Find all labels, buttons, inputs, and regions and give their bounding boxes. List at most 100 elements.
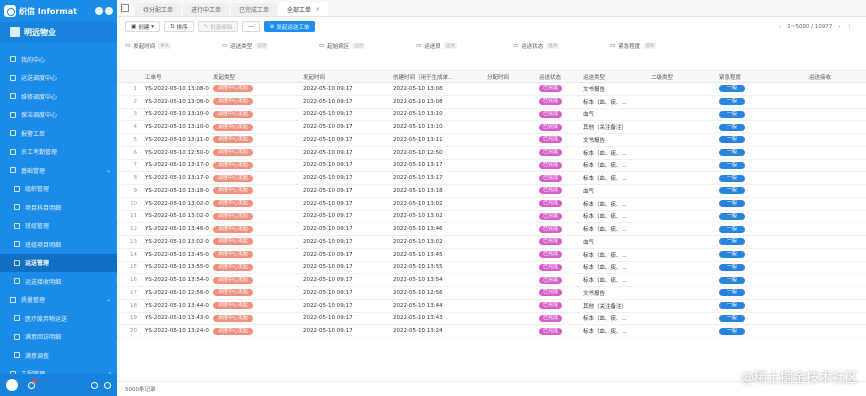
- batch-edit-button[interactable]: ✎ 批量编辑: [197, 21, 239, 32]
- table-row[interactable]: 10 YS-2022-05-10 13:02-0060 调度中心发起 2022-05-…: [117, 198, 866, 211]
- launch-transport-button[interactable]: ⊕ 发起运送工单: [263, 21, 316, 32]
- chat-icon[interactable]: [91, 381, 98, 389]
- prev-page-icon[interactable]: ‹: [779, 24, 781, 30]
- create-button[interactable]: ▣ 创建 ▾: [125, 21, 160, 32]
- settings-icon[interactable]: [104, 381, 111, 389]
- table-row[interactable]: 11 YS-2022-05-10 13:02-0059 调度中心发起 2022-05-…: [117, 211, 866, 224]
- filter-bar: ▭ 发起时间 单天 ▭ 运送类型 选项 ▭ 起始病区 选项 ▭ 运送员 选项 ▭ 运送状态 选项 ▭ 紧急程度选…: [117, 36, 866, 71]
- tab-3[interactable]: 全部工单 ×: [279, 3, 329, 16]
- menu-item-icon: [10, 296, 16, 303]
- sidebar-item[interactable]: 维修调度中心: [0, 87, 117, 106]
- sidebar-item[interactable]: 组织管理: [0, 180, 117, 199]
- table-row[interactable]: 2 YS-2022-05-10 13:08-0080 调度中心发起 2022-05-1…: [117, 96, 866, 109]
- sidebar-item[interactable]: 员工考勤管理: [0, 143, 117, 162]
- column-header[interactable]: 发起时间: [299, 73, 389, 81]
- cell-row-index: 18: [130, 302, 137, 309]
- sort-button[interactable]: ⇅ 排序: [163, 21, 194, 32]
- cell-transport-type: 标本（血、痰、...: [579, 263, 647, 271]
- filter-field[interactable]: ▭ 起始病区 选项: [319, 40, 409, 51]
- cell-ticket-id: YS-2022-05-10 13:17-0086: [145, 175, 209, 182]
- collapse-button[interactable]: —: [242, 21, 260, 32]
- data-table: 工单号 发起类型 发起时间 创建时间（用于生成单... 分配时间 运送状态 运送类型 二级类型…: [117, 71, 866, 381]
- tab-1[interactable]: 进行中工单: [183, 3, 230, 16]
- column-header[interactable]: 分配时间: [483, 73, 535, 81]
- table-row[interactable]: 5 YS-2022-05-10 13:11-0084 调度中心发起 2022-05-1…: [117, 134, 866, 147]
- cell-urgency: 一般: [715, 110, 805, 118]
- table-row[interactable]: 4 YS-2022-05-10 13:10-0082 调度中心发起 2022-05-1…: [117, 121, 866, 134]
- cell-initiated-time: 2022-05-10 09:17: [303, 328, 353, 335]
- filter-field[interactable]: ▭ 紧急程度 选项: [610, 40, 700, 51]
- toolbar: ▣ 创建 ▾ ⇅ 排序 ✎ 批量编辑 — ⊕ 发起运送工单 ‹ 1~5000 /…: [117, 17, 866, 36]
- column-header[interactable]: 发起类型: [209, 73, 299, 81]
- tab-0[interactable]: 待分配工单: [135, 3, 182, 16]
- table-row[interactable]: 15 YS-2022-05-10 13:55-0151 调度中心发起 2022-05-…: [117, 262, 866, 275]
- add-icon[interactable]: [105, 7, 113, 15]
- table-row[interactable]: 16 YS-2022-05-10 13:54-0147 调度中心发起 2022-05-…: [117, 274, 866, 287]
- table-row[interactable]: 13 YS-2022-05-10 13:02-0058 调度中心发起 2022-05-…: [117, 236, 866, 249]
- table-row[interactable]: 18 YS-2022-05-10 13:44-0127 调度中心发起 2022-05-…: [117, 300, 866, 313]
- next-page-icon[interactable]: ›: [838, 24, 840, 30]
- status-badge: 已完成: [539, 276, 563, 284]
- menu-item-icon: [14, 315, 20, 322]
- cell-ticket-id: YS-2022-05-10 13:02-0060: [145, 200, 209, 207]
- filter-field[interactable]: ▭ 发起时间 单天: [125, 40, 215, 51]
- filter-field[interactable]: ▭ 运送状态 选项: [513, 40, 603, 51]
- home-icon[interactable]: [121, 4, 129, 12]
- cell-row-index: 19: [130, 315, 137, 322]
- help-icon[interactable]: [95, 7, 103, 15]
- sidebar-item[interactable]: 满意回访明细: [0, 328, 117, 347]
- table-row[interactable]: 6 YS-2022-05-10 12:50-0045 调度中心发起 2022-05-1…: [117, 147, 866, 160]
- sidebar-item[interactable]: 报警工单: [0, 124, 117, 143]
- table-row[interactable]: 9 YS-2022-05-10 13:18-0088 调度中心发起 2022-05-1…: [117, 185, 866, 198]
- table-row[interactable]: 14 YS-2022-05-10 13:45-0128 调度中心发起 2022-05-…: [117, 249, 866, 262]
- tab-2[interactable]: 已完成工单: [231, 3, 278, 16]
- table-row[interactable]: 7 YS-2022-05-10 13:17-0087 调度中心发起 2022-05-1…: [117, 160, 866, 173]
- table-row[interactable]: 1 YS-2022-05-10 13:08-0076 调度中心发起 2022-05-1…: [117, 83, 866, 96]
- filter-field[interactable]: ▭ 运送类型 选项: [222, 40, 312, 51]
- org-icon: [10, 27, 20, 37]
- sidebar-item[interactable]: 运送接收明细: [0, 272, 117, 291]
- table-row[interactable]: 19 YS-2022-05-10 13:43-0126 调度中心发起 2022-05-…: [117, 313, 866, 326]
- column-header[interactable]: 紧急程度: [715, 73, 805, 81]
- sidebar-item-label: 基础管理: [21, 167, 46, 175]
- sidebar-item[interactable]: 满意调查: [0, 346, 117, 365]
- close-icon[interactable]: ×: [315, 6, 320, 13]
- sidebar-item[interactable]: 质量管理 ⌄: [0, 291, 117, 310]
- sidebar-item[interactable]: 基础管理 ⌄: [0, 161, 117, 180]
- sidebar-item[interactable]: 我的中心: [0, 50, 117, 69]
- table-row[interactable]: 20 YS-2022-05-10 13:24-0105 调度中心发起 2022-05-…: [117, 325, 866, 338]
- cell-initiator-type: 调度中心发起: [209, 263, 299, 271]
- org-switcher[interactable]: 明远物业: [0, 22, 117, 42]
- cell-initiated-time: 2022-05-10 09:17: [303, 149, 353, 156]
- cell-ticket-id: YS-2022-05-10 13:17-0087: [145, 162, 209, 169]
- initiator-pill: 调度中心发起: [213, 85, 254, 93]
- sidebar-item[interactable]: 保洁调度中心: [0, 106, 117, 125]
- sidebar-item[interactable]: 班组项目明细: [0, 235, 117, 254]
- cell-initiator-type: 调度中心发起: [209, 289, 299, 297]
- column-header[interactable]: 二级类型: [647, 73, 715, 81]
- more-icon[interactable]: ⋮: [847, 24, 853, 30]
- table-row[interactable]: 3 YS-2022-05-10 13:10-0081 调度中心发起 2022-05-1…: [117, 109, 866, 122]
- column-header[interactable]: 工单号: [141, 73, 209, 81]
- column-header[interactable]: 运送状态: [535, 73, 579, 81]
- sort-label: 排序: [176, 24, 188, 31]
- table-row[interactable]: 8 YS-2022-05-10 13:17-0086 调度中心发起 2022-05-1…: [117, 172, 866, 185]
- sidebar-item-label: 班组项目明细: [25, 241, 62, 249]
- cell-row-index: 13: [130, 238, 137, 245]
- sidebar-item[interactable]: 班组管理: [0, 217, 117, 236]
- menu-item-icon: [14, 259, 20, 266]
- cell-status: 已完成: [535, 276, 579, 284]
- avatar[interactable]: [6, 379, 18, 391]
- column-header[interactable]: 运送类型: [579, 73, 647, 81]
- filter-field[interactable]: ▭ 运送员 选项: [416, 40, 506, 51]
- table-row[interactable]: 12 YS-2022-05-10 13:46-0129 调度中心发起 2022-05-…: [117, 223, 866, 236]
- table-row[interactable]: 17 YS-2022-05-10 12:56-0056 调度中心发起 2022-05-…: [117, 287, 866, 300]
- column-header[interactable]: 运送接收: [805, 73, 855, 81]
- status-badge: 已完成: [539, 225, 563, 233]
- sidebar-item[interactable]: 运送调度中心: [0, 69, 117, 88]
- tab-bar: 待分配工单 进行中工单 已完成工单 全部工单 ×: [117, 0, 866, 17]
- sidebar-item[interactable]: 项目科目明细: [0, 198, 117, 217]
- column-header[interactable]: 创建时间（用于生成单...: [389, 73, 483, 81]
- sidebar-item[interactable]: 医疗废弃物运送: [0, 309, 117, 328]
- sidebar-item[interactable]: 运送管理: [0, 253, 117, 272]
